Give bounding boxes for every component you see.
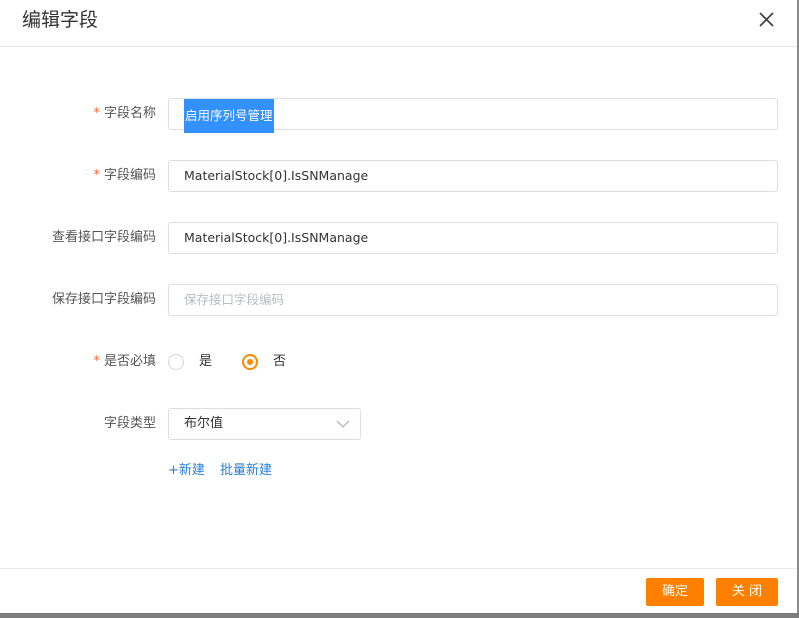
field-type-label: 字段类型 bbox=[103, 416, 156, 431]
radio-no[interactable] bbox=[242, 354, 258, 370]
field-code-value: MaterialStock[0].IsSNManage bbox=[184, 168, 369, 183]
required-mark: * bbox=[93, 168, 100, 183]
save-api-code-input[interactable]: 保存接口字段编码 bbox=[168, 284, 778, 316]
field-code-row: * 字段编码 MaterialStock[0].IsSNManage bbox=[0, 160, 797, 192]
field-type-select[interactable]: 布尔值 bbox=[168, 408, 361, 440]
add-new-link[interactable]: +新建 bbox=[168, 460, 205, 482]
field-name-label: * 字段名称 bbox=[93, 98, 156, 130]
dialog-header: 编辑字段 bbox=[0, 0, 797, 47]
query-api-code-label: 查看接口字段编码 bbox=[51, 230, 156, 245]
backdrop-bottom bbox=[0, 613, 799, 618]
close-icon[interactable] bbox=[752, 6, 780, 34]
field-name-value: 启用序列号管理 bbox=[184, 99, 274, 133]
chevron-down-icon bbox=[336, 418, 350, 430]
save-api-code-label: 保存接口字段编码 bbox=[51, 292, 156, 307]
required-mark: * bbox=[93, 354, 100, 369]
query-api-code-input[interactable]: MaterialStock[0].IsSNManage bbox=[168, 222, 778, 254]
save-api-code-row: 保存接口字段编码 保存接口字段编码 bbox=[0, 284, 797, 316]
query-api-code-value: MaterialStock[0].IsSNManage bbox=[184, 230, 369, 245]
edit-field-dialog: 编辑字段 * 字段名称 启用序列号管理 * 字段编码 MaterialStock[0… bbox=[0, 0, 797, 614]
field-name-input[interactable]: 启用序列号管理 bbox=[168, 98, 778, 133]
query-api-code-row: 查看接口字段编码 MaterialStock[0].IsSNManage bbox=[0, 222, 797, 254]
confirm-button[interactable]: 确定 bbox=[646, 578, 704, 606]
dialog-footer: 确定 关 闭 bbox=[0, 568, 797, 614]
dialog-title: 编辑字段 bbox=[22, 9, 99, 31]
required-row: * 是否必填 是 否 bbox=[0, 346, 797, 378]
save-api-code-placeholder: 保存接口字段编码 bbox=[184, 292, 285, 307]
field-name-row: * 字段名称 启用序列号管理 bbox=[0, 98, 797, 133]
required-label-text: 是否必填 bbox=[103, 354, 156, 369]
radio-yes-label[interactable]: 是 bbox=[199, 346, 212, 378]
radio-yes[interactable] bbox=[168, 354, 184, 370]
field-type-row: 字段类型 布尔值 bbox=[0, 408, 797, 440]
field-type-value: 布尔值 bbox=[184, 416, 224, 431]
field-code-label: * 字段编码 bbox=[93, 160, 156, 192]
field-code-input[interactable]: MaterialStock[0].IsSNManage bbox=[168, 160, 778, 192]
radio-no-label[interactable]: 否 bbox=[273, 346, 286, 378]
close-button[interactable]: 关 闭 bbox=[716, 578, 778, 606]
field-code-label-text: 字段编码 bbox=[103, 168, 156, 183]
required-label: * 是否必填 bbox=[93, 346, 156, 378]
required-mark: * bbox=[93, 106, 100, 121]
field-name-label-text: 字段名称 bbox=[103, 106, 156, 121]
batch-add-link[interactable]: 批量新建 bbox=[220, 460, 272, 482]
